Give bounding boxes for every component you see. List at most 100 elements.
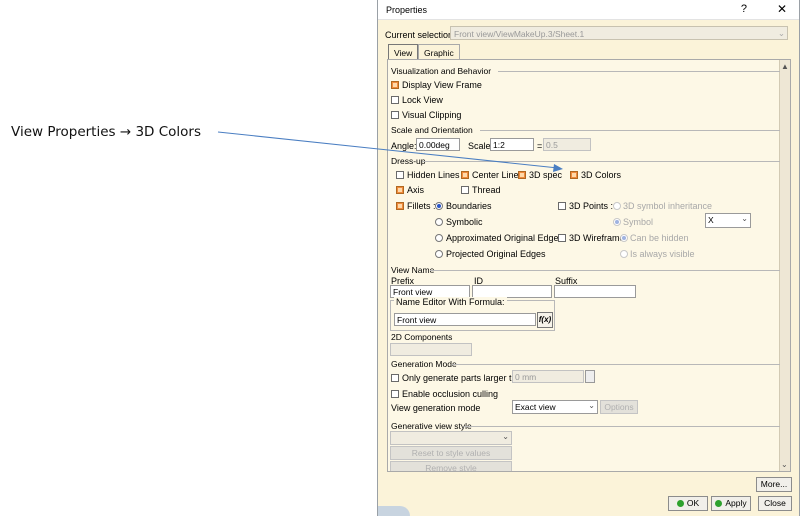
always-visible-radio[interactable] xyxy=(620,250,628,258)
generation-mode-dropdown[interactable]: Exact view ⌄ xyxy=(512,400,598,414)
chevron-down-icon: ⌄ xyxy=(588,401,595,410)
larger-than-input[interactable]: 0 mm xyxy=(512,370,584,383)
close-icon[interactable]: ✕ xyxy=(777,2,787,16)
chevron-down-icon: ⌄ xyxy=(502,432,509,441)
hidden-lines-label: Hidden Lines xyxy=(407,170,460,180)
symbolic-radio[interactable] xyxy=(435,218,443,226)
lock-view-checkbox[interactable] xyxy=(391,96,399,104)
section-2d-components-title: 2D Components xyxy=(391,332,453,342)
axis-label: Axis xyxy=(407,185,425,195)
lock-view-label: Lock View xyxy=(402,95,443,105)
window-title: Properties xyxy=(386,5,428,15)
section-dressup-title: Dress-up xyxy=(391,156,426,166)
section-generation-title: Generation Mode xyxy=(391,359,457,369)
3d-points-label: 3D Points : xyxy=(569,201,614,211)
title-bar: Properties ? ✕ xyxy=(378,0,799,20)
close-button[interactable]: Close xyxy=(758,496,792,511)
fillets-label: Fillets : xyxy=(407,201,436,211)
3d-spec-checkbox[interactable] xyxy=(518,171,526,179)
2d-components-field xyxy=(390,343,472,356)
annotation-text: View Properties → 3D Colors xyxy=(11,124,202,140)
symbol-label: Symbol xyxy=(623,217,654,227)
hidden-lines-checkbox[interactable] xyxy=(396,171,404,179)
name-formula-input[interactable]: Front view xyxy=(394,313,536,326)
always-visible-label: Is always visible xyxy=(630,249,695,259)
3d-spec-label: 3D spec xyxy=(529,170,563,180)
apply-button[interactable]: Apply xyxy=(711,496,751,511)
help-icon[interactable]: ? xyxy=(741,3,747,15)
angle-input[interactable]: 0.00deg xyxy=(416,138,460,151)
display-view-frame-checkbox[interactable] xyxy=(391,81,399,89)
options-button[interactable]: Options xyxy=(600,400,638,414)
apply-label: Apply xyxy=(725,498,747,508)
only-larger-label: Only generate parts larger than xyxy=(402,373,527,383)
generation-mode-label: View generation mode xyxy=(391,403,481,413)
3d-points-checkbox[interactable] xyxy=(558,202,566,210)
ok-label: OK xyxy=(686,498,700,508)
thread-label: Thread xyxy=(472,185,501,195)
reset-style-button[interactable]: Reset to style values xyxy=(390,446,512,460)
scale-equals-label: = xyxy=(537,141,543,151)
scroll-down-icon[interactable]: ⌄ xyxy=(781,460,788,469)
thread-checkbox[interactable] xyxy=(461,186,469,194)
chevron-down-icon: ⌄ xyxy=(741,214,748,223)
apply-check-icon xyxy=(715,500,723,508)
current-selection-field[interactable]: Front view/ViewMakeUp.3/Sheet.1 ⌄ xyxy=(450,26,788,40)
section-scale-title: Scale and Orientation xyxy=(391,125,473,135)
scroll-up-icon[interactable]: ▲ xyxy=(781,62,789,71)
section-view-name-title: View Name xyxy=(391,265,435,275)
3d-colors-label: 3D Colors xyxy=(581,170,622,180)
can-be-hidden-radio[interactable] xyxy=(620,234,628,242)
size-spinner[interactable] xyxy=(585,370,595,383)
symbol-dropdown[interactable]: X ⌄ xyxy=(705,213,751,228)
can-be-hidden-label: Can be hidden xyxy=(630,233,689,243)
suffix-input[interactable] xyxy=(554,285,636,298)
angle-label: Angle: xyxy=(391,141,417,151)
app-logo-icon xyxy=(378,506,410,516)
axis-checkbox[interactable] xyxy=(396,186,404,194)
view-style-dropdown[interactable]: ⌄ xyxy=(390,431,512,445)
center-line-label: Center Line xyxy=(472,170,519,180)
generation-mode-value: Exact view xyxy=(515,402,556,412)
symbol-radio[interactable] xyxy=(613,218,621,226)
projected-edges-label: Projected Original Edges xyxy=(446,249,546,259)
3d-wireframe-label: 3D Wireframe xyxy=(569,233,625,243)
section-visualization-title: Visualization and Behavior xyxy=(391,66,492,76)
ok-button[interactable]: OK xyxy=(668,496,708,511)
chevron-down-icon: ⌄ xyxy=(777,28,785,38)
projected-edges-radio[interactable] xyxy=(435,250,443,258)
symbol-dropdown-value: X xyxy=(708,215,714,225)
symbol-inheritance-radio[interactable] xyxy=(613,202,621,210)
formula-fx-button[interactable]: f(x) xyxy=(537,312,553,328)
display-view-frame-label: Display View Frame xyxy=(402,80,482,90)
fillets-checkbox[interactable] xyxy=(396,202,404,210)
ok-check-icon xyxy=(676,500,684,508)
only-larger-checkbox[interactable] xyxy=(391,374,399,382)
3d-colors-checkbox[interactable] xyxy=(570,171,578,179)
boundaries-radio[interactable] xyxy=(435,202,443,210)
current-selection-label: Current selection : xyxy=(385,30,459,40)
more-button[interactable]: More... xyxy=(756,477,792,492)
approx-edges-radio[interactable] xyxy=(435,234,443,242)
remove-style-button[interactable]: Remove style xyxy=(390,461,512,471)
current-selection-value: Front view/ViewMakeUp.3/Sheet.1 xyxy=(454,29,585,39)
vertical-scrollbar[interactable]: ▲ ⌄ xyxy=(779,60,790,471)
symbolic-label: Symbolic xyxy=(446,217,483,227)
tab-graphic[interactable]: Graphic xyxy=(418,44,460,59)
visual-clipping-checkbox[interactable] xyxy=(391,111,399,119)
symbol-inheritance-label: 3D symbol inheritance xyxy=(623,201,713,211)
scale-input[interactable]: 1:2 xyxy=(490,138,534,151)
tab-view[interactable]: View xyxy=(388,44,419,59)
boundaries-label: Boundaries xyxy=(446,201,492,211)
properties-dialog: Properties ? ✕ Current selection : Front… xyxy=(377,0,800,516)
occlusion-label: Enable occlusion culling xyxy=(402,389,499,399)
view-tab-panel: ▲ ⌄ Visualization and Behavior Display V… xyxy=(387,59,791,472)
3d-wireframe-checkbox[interactable] xyxy=(558,234,566,242)
scale-ratio-field: 0.5 xyxy=(543,138,591,151)
visual-clipping-label: Visual Clipping xyxy=(402,110,462,120)
name-editor-title: Name Editor With Formula: xyxy=(394,297,507,307)
occlusion-checkbox[interactable] xyxy=(391,390,399,398)
center-line-checkbox[interactable] xyxy=(461,171,469,179)
section-style-title: Generative view style xyxy=(391,421,472,431)
approx-edges-label: Approximated Original Edges xyxy=(446,233,564,243)
